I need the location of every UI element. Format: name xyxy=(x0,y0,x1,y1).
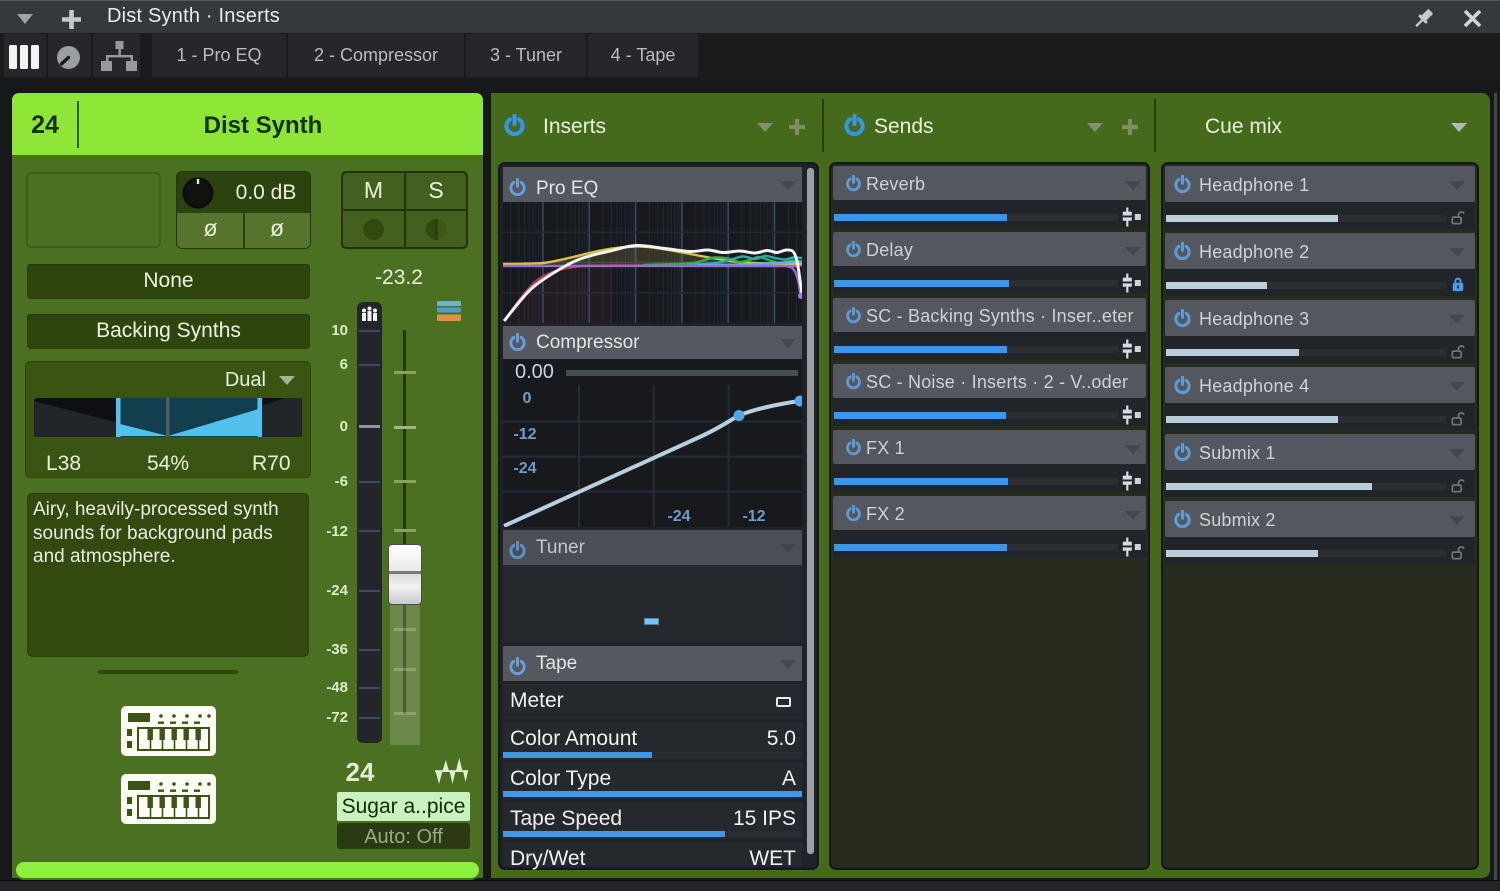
svg-text:0: 0 xyxy=(523,390,532,407)
svg-text:-12: -12 xyxy=(513,426,536,443)
svg-text:-24: -24 xyxy=(667,508,690,525)
svg-text:-12: -12 xyxy=(742,508,765,525)
svg-text:-24: -24 xyxy=(513,460,536,477)
